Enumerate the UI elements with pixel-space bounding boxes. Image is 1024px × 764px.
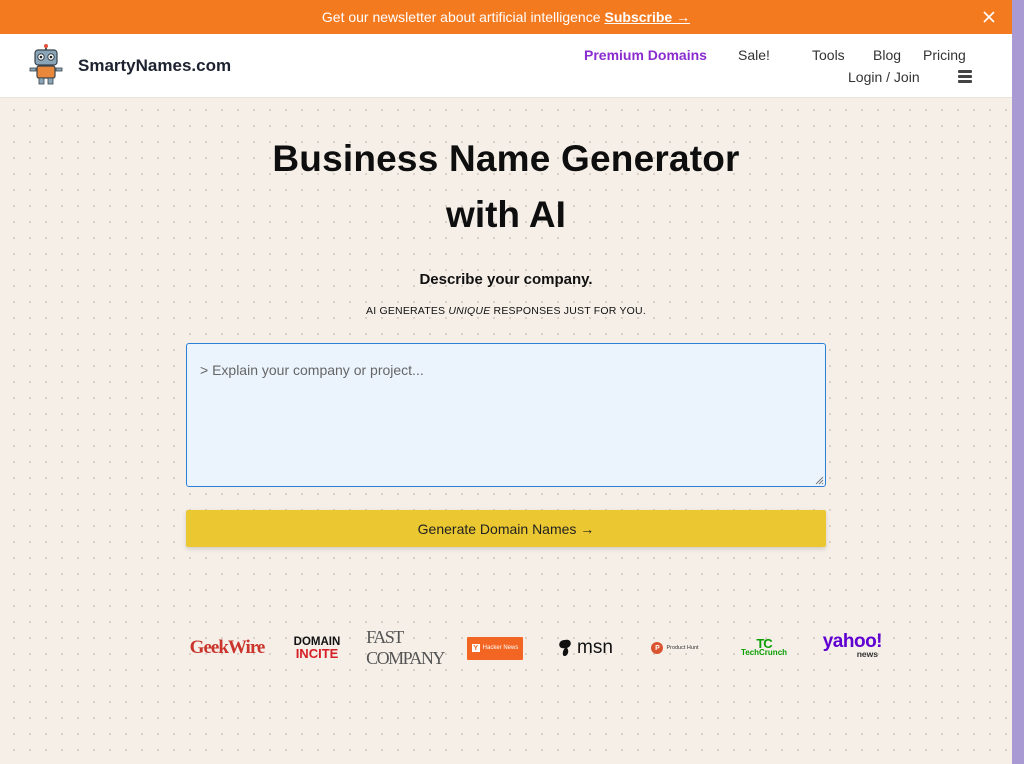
domain-incite-logo: DOMAIN INCITE	[286, 630, 348, 666]
tagline-post: RESPONSES JUST FOR YOU.	[490, 305, 646, 317]
msn-butterfly-icon	[559, 639, 571, 657]
nav-sale[interactable]: Sale!	[738, 47, 770, 63]
techcrunch-logo: TC TechCrunch	[737, 630, 791, 666]
domain-incite-line2: INCITE	[295, 646, 339, 661]
tagline-pre: AI GENERATES	[366, 305, 449, 317]
nav-premium-domains[interactable]: Premium Domains	[584, 47, 707, 63]
page-title-line2-wrap: with AI	[0, 194, 1012, 236]
fast-company-logo: FAST COMPANY	[366, 627, 445, 668]
yahoo-news-text: news	[856, 649, 878, 659]
msn-text: msn	[577, 637, 613, 658]
close-icon[interactable]	[980, 8, 998, 26]
techcrunch-mark: TC	[756, 636, 772, 651]
newsletter-banner: Get our newsletter about artificial inte…	[0, 0, 1012, 34]
yahoo-news-logo: yahoo! news	[822, 630, 883, 666]
subscribe-link[interactable]: Subscribe →	[605, 9, 691, 25]
nav-tools[interactable]: Tools	[812, 47, 845, 63]
geekwire-logo: GeekWire	[189, 637, 266, 658]
banner-text: Get our newsletter about artificial inte…	[321, 9, 601, 25]
msn-logo: msn	[555, 630, 615, 666]
page-title-line2: with AI	[446, 194, 566, 235]
page-title: Business Name Generator	[272, 138, 740, 179]
product-hunt-p-icon: P	[651, 642, 664, 654]
nav-blog[interactable]: Blog	[873, 47, 901, 63]
nav-pricing[interactable]: Pricing	[923, 47, 966, 63]
product-hunt-text: Product Hunt	[666, 645, 699, 651]
resize-grip-icon[interactable]	[814, 475, 824, 485]
robot-logo-icon[interactable]	[28, 44, 64, 86]
tagline: AI GENERATES UNIQUE RESPONSES JUST FOR Y…	[0, 305, 1012, 317]
nav-login-join[interactable]: Login / Join	[848, 69, 920, 85]
page-title-highlight: with AI	[441, 194, 571, 236]
hamburger-menu-icon[interactable]	[958, 70, 972, 83]
describe-heading: Describe your company.	[419, 271, 593, 288]
techcrunch-text: TechCrunch	[740, 648, 788, 657]
hacker-news-y-icon: Y	[471, 644, 480, 652]
product-hunt-logo: P Product Hunt	[648, 630, 702, 666]
site-header: SmartyNames.com Premium Domains Sale! To…	[0, 34, 1012, 98]
hacker-news-text: Hacker News	[482, 645, 519, 651]
scrollbar[interactable]	[1012, 0, 1024, 764]
generate-domain-names-button[interactable]: Generate Domain Names →	[186, 510, 826, 547]
company-description-input[interactable]	[186, 343, 826, 487]
yahoo-text: yahoo!	[822, 631, 883, 652]
tagline-emphasis: UNIQUE	[448, 305, 491, 317]
brand-name[interactable]: SmartyNames.com	[78, 56, 231, 76]
hacker-news-logo: Y Hacker News	[467, 630, 523, 666]
